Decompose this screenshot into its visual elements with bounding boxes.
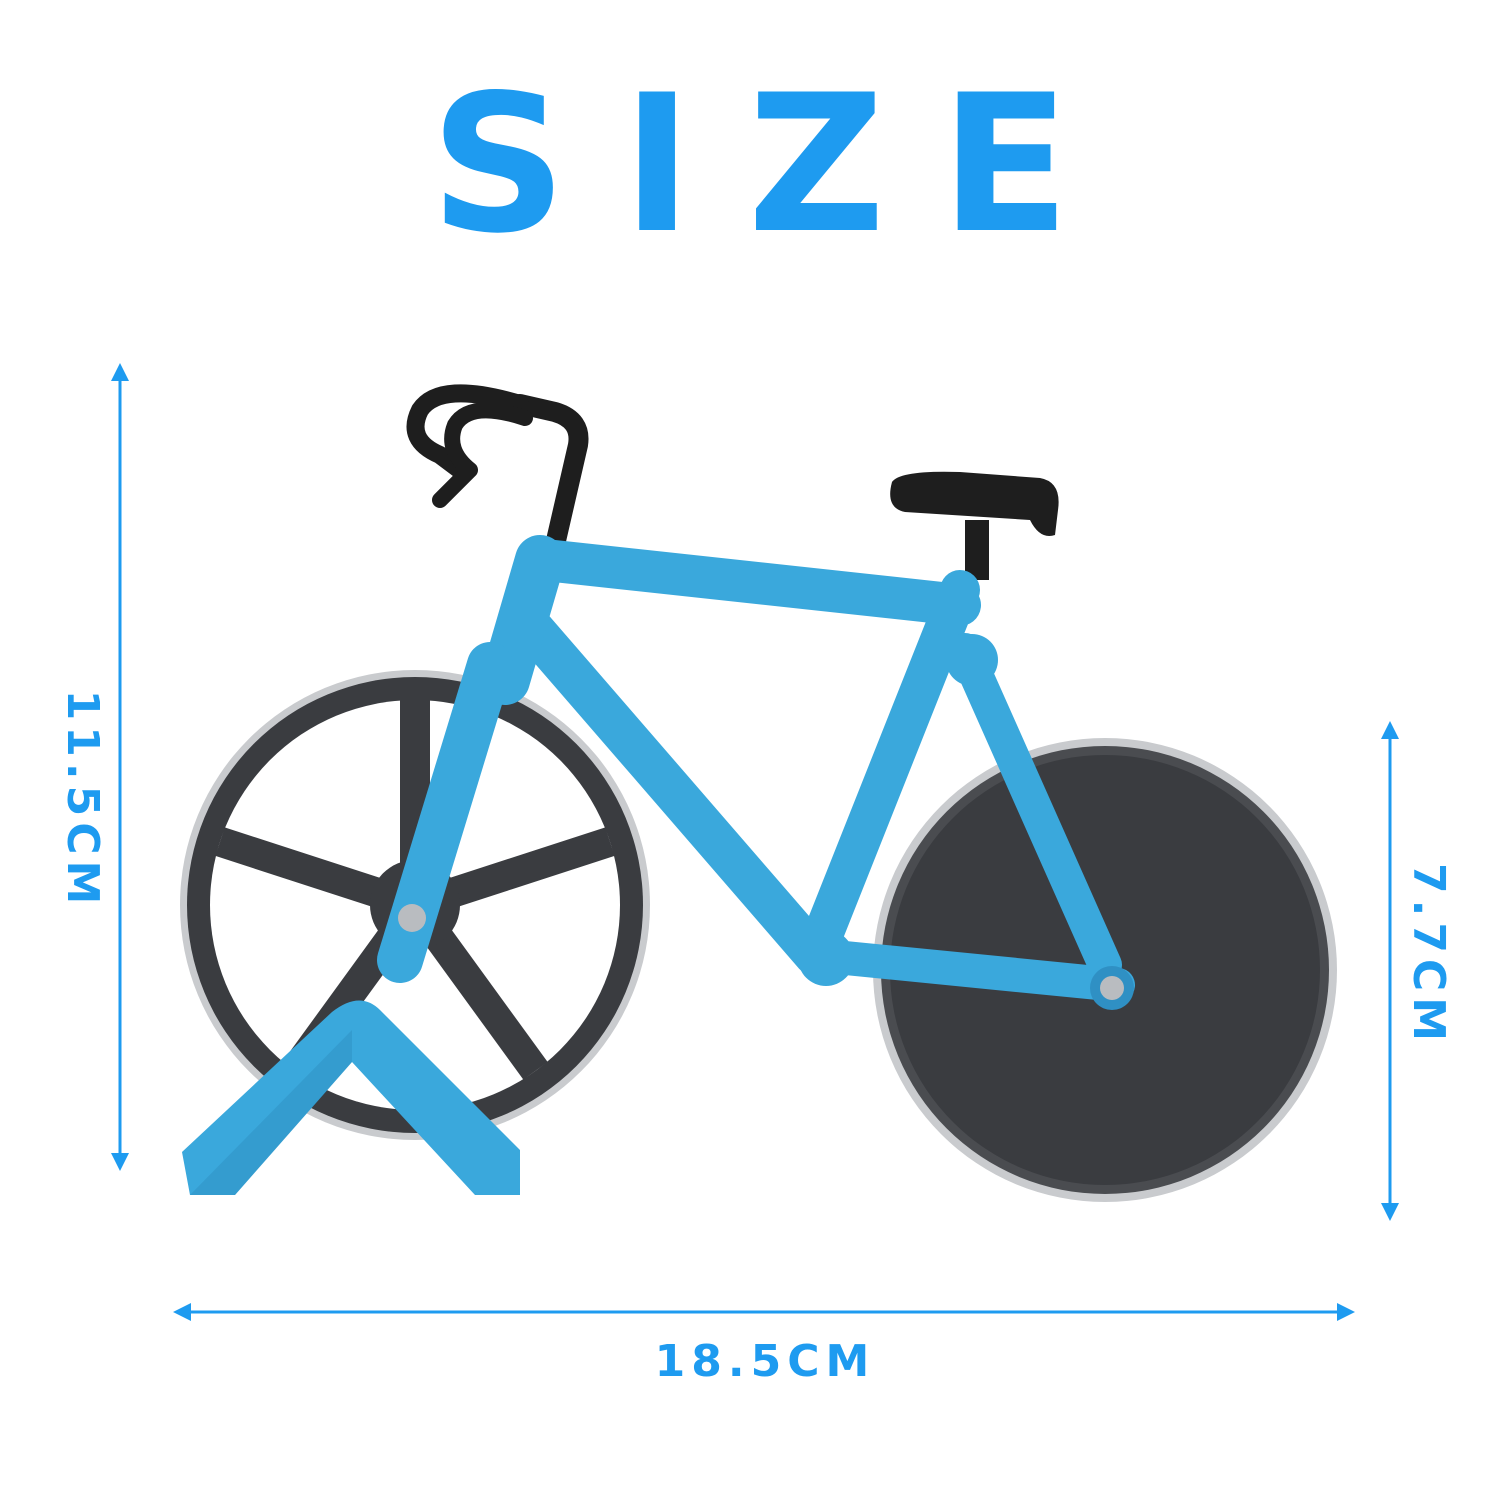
product-size-image: SIZE 11.5CM 7.7CM 18.5CM <box>0 0 1500 1500</box>
bike-illustration <box>111 363 1399 1321</box>
height-label: 11.5CM <box>57 689 108 911</box>
wheel-diameter-label: 7.7CM <box>1403 862 1454 1048</box>
length-label: 18.5CM <box>654 1336 876 1387</box>
handlebar <box>406 384 589 555</box>
saddle <box>890 471 1059 580</box>
